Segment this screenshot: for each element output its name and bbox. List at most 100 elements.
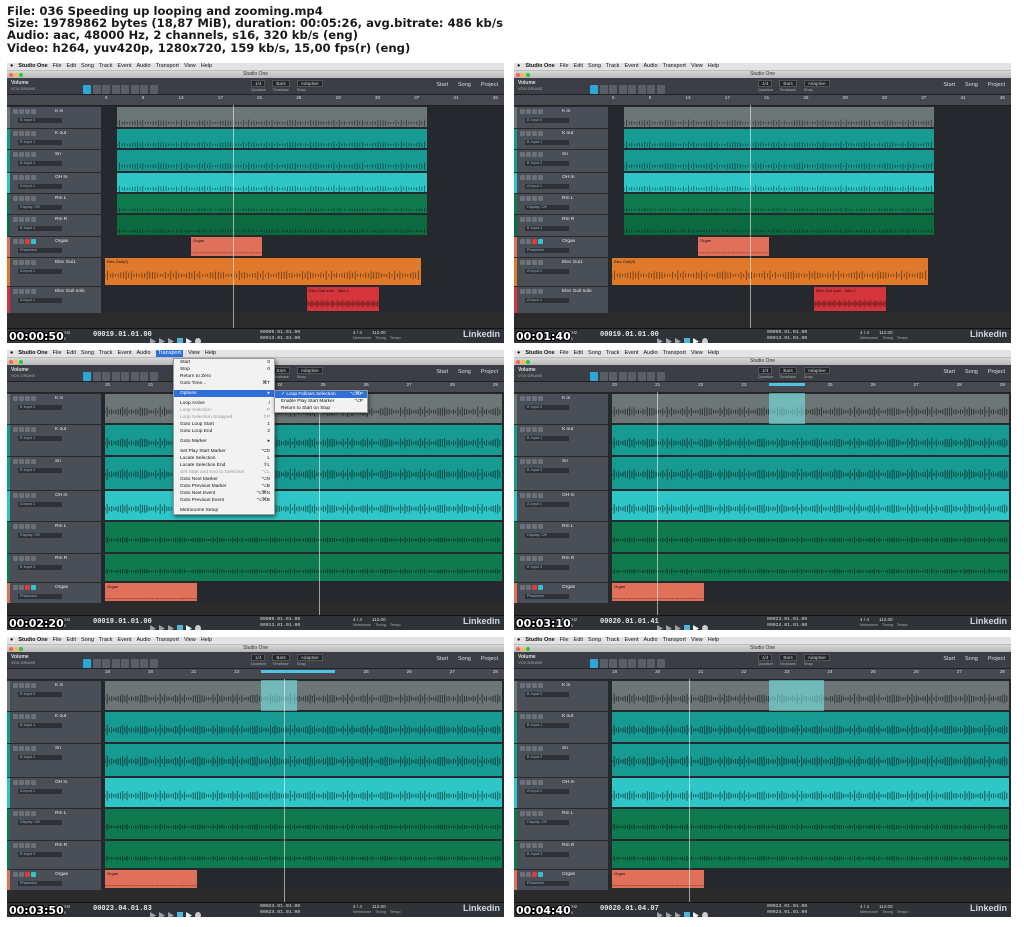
menu-item-stop[interactable]: Stop 0 bbox=[174, 366, 274, 373]
zoom-icon[interactable] bbox=[19, 72, 23, 77]
menu-file[interactable]: File bbox=[560, 63, 569, 70]
close-icon[interactable] bbox=[516, 72, 520, 77]
monitor-button[interactable] bbox=[538, 811, 543, 816]
split-tool-icon[interactable] bbox=[102, 85, 110, 94]
close-icon[interactable] bbox=[9, 72, 13, 77]
monitor-button[interactable] bbox=[538, 260, 543, 265]
menu-file[interactable]: File bbox=[560, 637, 569, 644]
track-header[interactable]: Elec Guit solo A Input 1 bbox=[514, 286, 608, 313]
record-arm-button[interactable] bbox=[532, 175, 537, 180]
timeline-ruler[interactable]: 5 9 13 17 21 25 29 33 37 41 45 bbox=[514, 95, 1011, 106]
menu-help[interactable]: Help bbox=[708, 350, 719, 357]
quantize-select[interactable]: 1/4Quantize bbox=[758, 654, 775, 667]
page-start-button[interactable]: Start bbox=[943, 82, 955, 88]
record-button[interactable] bbox=[195, 912, 201, 917]
audio-event[interactable] bbox=[624, 215, 934, 235]
track-header[interactable]: Elec Gui1 A Input 1 bbox=[514, 257, 608, 287]
mute-button[interactable] bbox=[520, 217, 525, 222]
solo-button[interactable] bbox=[526, 427, 531, 432]
eraser-tool-icon[interactable] bbox=[111, 372, 120, 381]
mute-button[interactable] bbox=[13, 459, 18, 464]
solo-button[interactable] bbox=[19, 152, 24, 157]
solo-button[interactable] bbox=[19, 524, 24, 529]
mute-button[interactable] bbox=[13, 196, 18, 201]
page-song-button[interactable]: Song bbox=[458, 656, 471, 662]
record-button[interactable] bbox=[702, 625, 708, 630]
menu-help[interactable]: Help bbox=[201, 637, 212, 644]
audio-event[interactable] bbox=[117, 173, 427, 192]
mute-button[interactable] bbox=[520, 175, 525, 180]
playhead-cursor[interactable] bbox=[657, 392, 658, 616]
menu-event[interactable]: Event bbox=[624, 637, 638, 644]
stop-button[interactable] bbox=[684, 625, 690, 630]
monitor-button[interactable] bbox=[538, 585, 543, 590]
page-start-button[interactable]: Start bbox=[436, 82, 448, 88]
audio-event[interactable] bbox=[612, 809, 1009, 839]
play-button[interactable] bbox=[693, 625, 699, 630]
range-selection[interactable] bbox=[261, 680, 297, 711]
record-arm-button[interactable] bbox=[532, 152, 537, 157]
audio-event[interactable] bbox=[105, 491, 502, 520]
solo-button[interactable] bbox=[526, 196, 531, 201]
audio-event[interactable] bbox=[612, 522, 1009, 552]
arrow-tool-icon[interactable] bbox=[590, 659, 598, 668]
mute-button[interactable] bbox=[520, 109, 525, 114]
range-tool-icon[interactable] bbox=[599, 659, 608, 668]
menu-audio[interactable]: Audio bbox=[137, 350, 151, 357]
mute-button[interactable] bbox=[520, 196, 525, 201]
menu-studio-one[interactable]: Studio One bbox=[525, 63, 554, 70]
minimize-icon[interactable] bbox=[14, 646, 18, 651]
record-arm-button[interactable] bbox=[25, 872, 30, 877]
page-project-button[interactable]: Project bbox=[481, 82, 498, 88]
menu-edit[interactable]: Edit bbox=[67, 637, 76, 644]
monitor-button[interactable] bbox=[538, 780, 543, 785]
loop-range-bar[interactable] bbox=[769, 383, 805, 386]
track-header[interactable]: OH m A Input 1 bbox=[7, 172, 101, 194]
monitor-button[interactable] bbox=[31, 289, 36, 294]
menu-transport[interactable]: Transport bbox=[156, 637, 179, 644]
solo-button[interactable] bbox=[526, 260, 531, 265]
record-arm-button[interactable] bbox=[532, 556, 537, 561]
track-header[interactable]: Sn B Input 2 bbox=[7, 743, 101, 778]
eraser-tool-icon[interactable] bbox=[111, 659, 120, 668]
menu-item-goto-previous-event[interactable]: Goto Previous Event ⌥⌘B bbox=[174, 497, 274, 504]
audio-event[interactable]: Organ bbox=[612, 583, 704, 601]
menu-item-goto-marker[interactable]: Goto Marker ▸ bbox=[174, 438, 274, 445]
record-arm-button[interactable] bbox=[532, 780, 537, 785]
menu-studio-one[interactable]: Studio One bbox=[18, 63, 47, 70]
solo-button[interactable] bbox=[19, 811, 24, 816]
track-header[interactable]: Sn B Input 2 bbox=[7, 456, 101, 491]
menu-track[interactable]: Track bbox=[606, 350, 620, 357]
audio-event[interactable] bbox=[105, 457, 502, 489]
track-header[interactable]: Rm R B Input 3 bbox=[7, 553, 101, 583]
monitor-button[interactable] bbox=[538, 746, 543, 751]
page-project-button[interactable]: Project bbox=[988, 82, 1005, 88]
mute-button[interactable] bbox=[13, 239, 18, 244]
solo-button[interactable] bbox=[19, 239, 24, 244]
record-arm-button[interactable] bbox=[25, 131, 30, 136]
menu-audio[interactable]: Audio bbox=[137, 63, 151, 70]
monitor-button[interactable] bbox=[31, 714, 36, 719]
solo-button[interactable] bbox=[19, 556, 24, 561]
menu-track[interactable]: Track bbox=[99, 63, 113, 70]
mute-button[interactable] bbox=[13, 683, 18, 688]
track-header[interactable]: Rm L Display: Off bbox=[7, 808, 101, 841]
monitor-button[interactable] bbox=[538, 175, 543, 180]
record-arm-button[interactable] bbox=[532, 714, 537, 719]
menu-view[interactable]: View bbox=[184, 637, 196, 644]
page-song-button[interactable]: Song bbox=[458, 82, 471, 88]
menu-item-goto-loop-start[interactable]: Goto Loop Start 1 bbox=[174, 421, 274, 428]
audio-event[interactable] bbox=[624, 173, 934, 192]
mute-button[interactable] bbox=[520, 427, 525, 432]
loop-range[interactable]: 00023.01.01.00 00024.01.01.00 bbox=[767, 617, 807, 628]
rewind-icon[interactable] bbox=[657, 338, 663, 343]
stop-button[interactable] bbox=[177, 338, 183, 343]
minimize-icon[interactable] bbox=[14, 359, 18, 364]
solo-button[interactable] bbox=[526, 746, 531, 751]
monitor-button[interactable] bbox=[538, 239, 543, 244]
record-arm-button[interactable] bbox=[532, 683, 537, 688]
menu-file[interactable]: File bbox=[560, 350, 569, 357]
playhead-cursor[interactable] bbox=[689, 679, 690, 903]
audio-event[interactable] bbox=[105, 778, 502, 807]
range-selection[interactable] bbox=[769, 680, 824, 711]
